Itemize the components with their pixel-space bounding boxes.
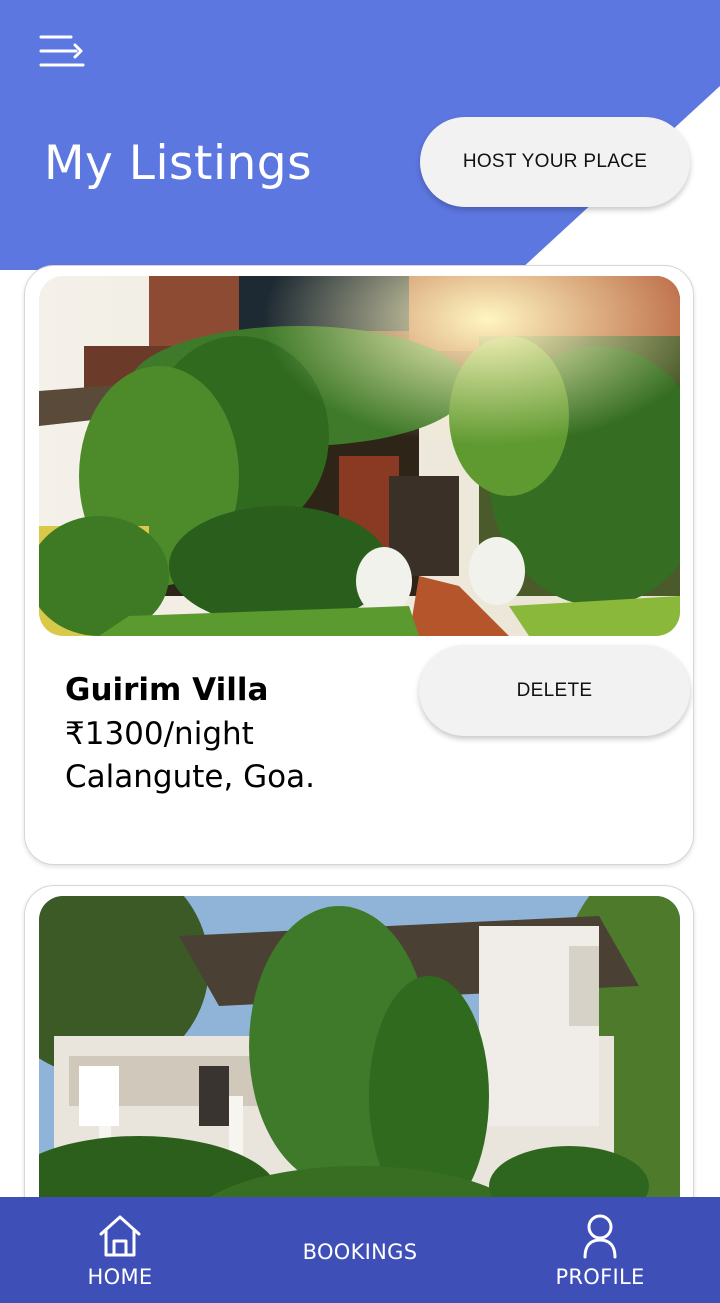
- nav-bookings[interactable]: BOOKINGS: [280, 1197, 440, 1303]
- nav-bookings-label: BOOKINGS: [302, 1240, 418, 1264]
- listing-card[interactable]: DELETE Guirim Villa ₹1300/night Calangut…: [24, 265, 694, 865]
- listing-name: Guirim Villa: [65, 672, 269, 708]
- listing-photo: [39, 276, 680, 636]
- home-icon: [99, 1215, 141, 1257]
- nav-home-label: HOME: [87, 1265, 153, 1289]
- nav-profile-label: PROFILE: [555, 1265, 645, 1289]
- menu-icon: [39, 35, 85, 67]
- listing-price: ₹1300/night: [65, 716, 254, 752]
- listing-location: Calangute, Goa.: [65, 759, 315, 795]
- nav-profile[interactable]: PROFILE: [540, 1197, 660, 1303]
- page-title: My Listings: [44, 136, 313, 191]
- host-your-place-button[interactable]: HOST YOUR PLACE: [420, 117, 690, 207]
- bottom-navigation: HOME BOOKINGS PROFILE: [0, 1197, 720, 1303]
- nav-home[interactable]: HOME: [60, 1197, 180, 1303]
- delete-button[interactable]: DELETE: [419, 645, 690, 736]
- profile-icon: [583, 1214, 617, 1259]
- menu-button[interactable]: [38, 30, 88, 76]
